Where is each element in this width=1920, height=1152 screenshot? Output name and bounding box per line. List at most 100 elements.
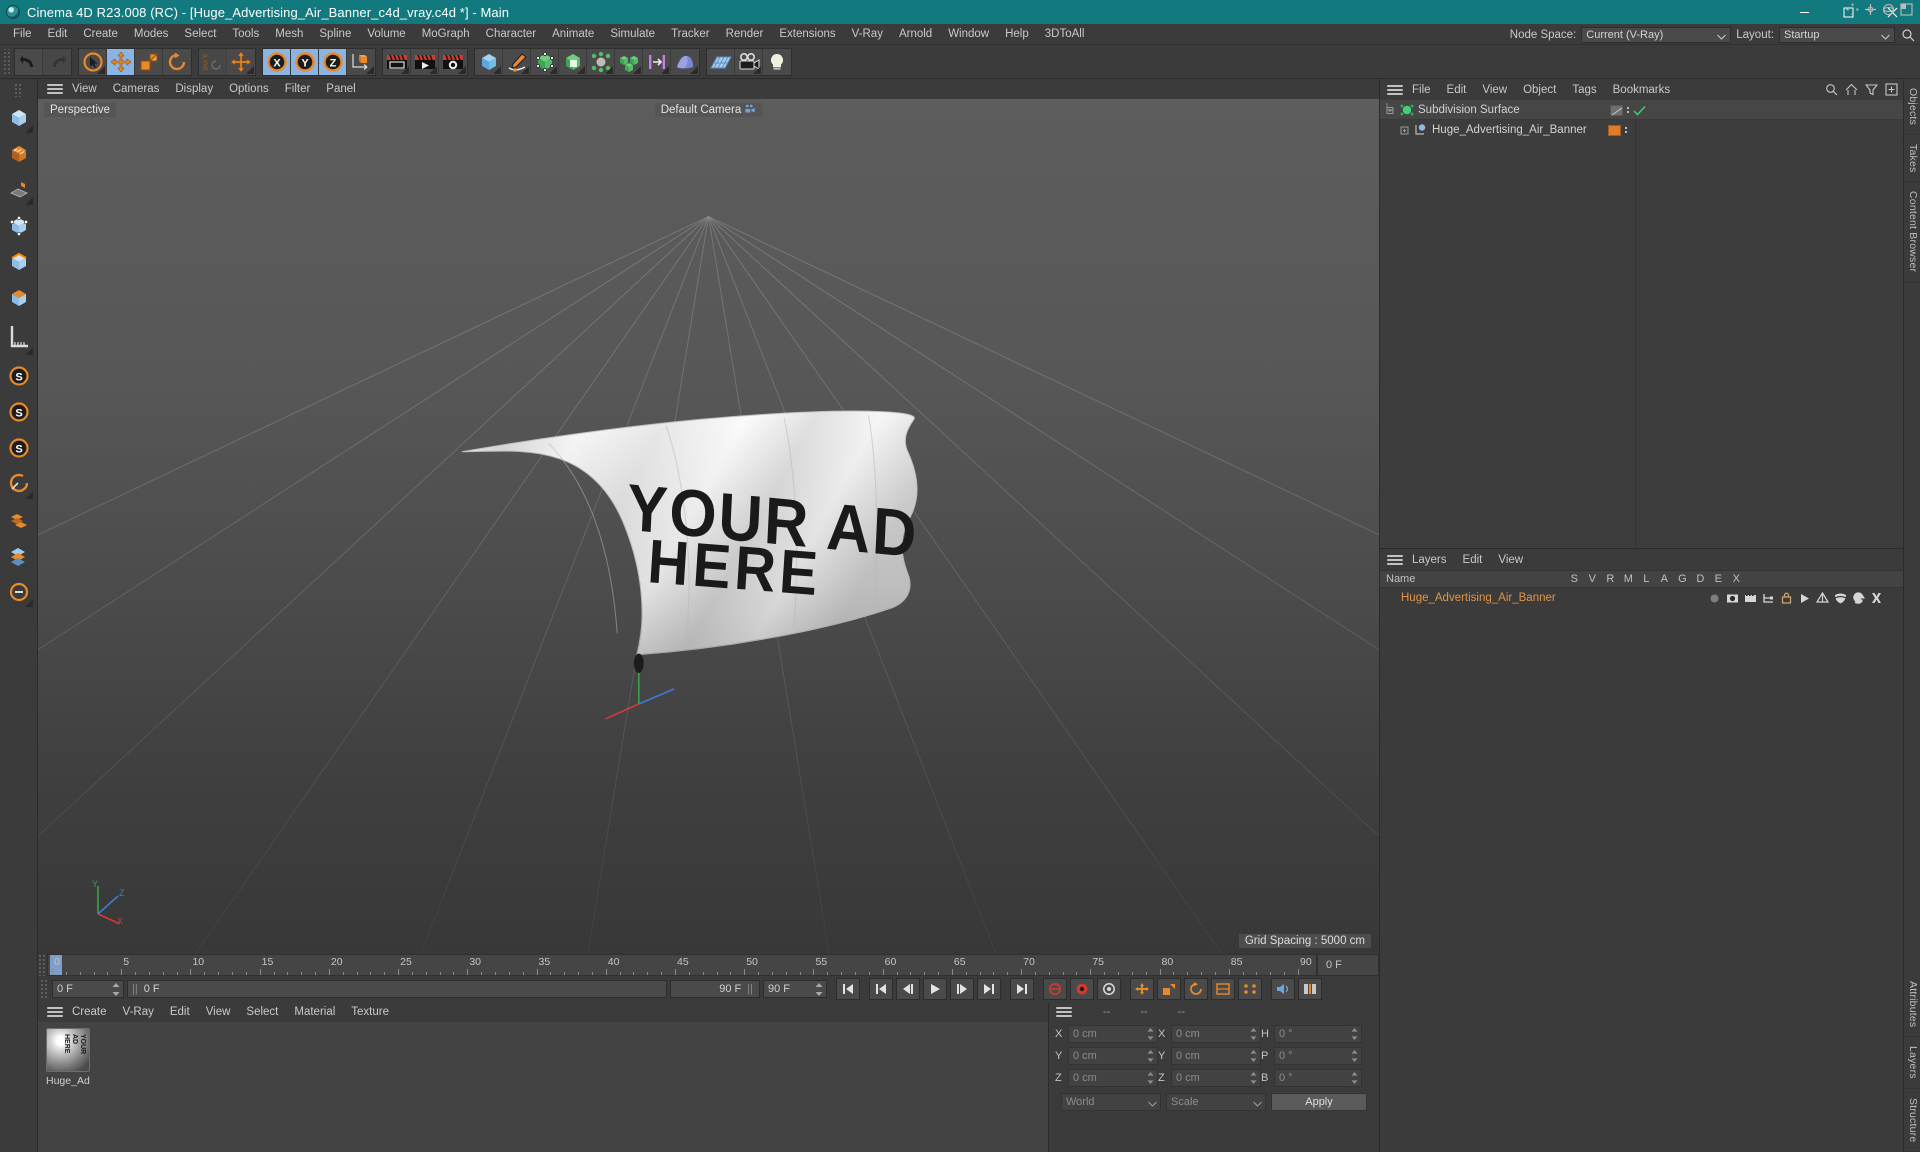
preview-end-field[interactable]: 90 F || bbox=[670, 980, 760, 998]
texture-mode-icon[interactable] bbox=[3, 136, 35, 172]
viewport-menu-filter[interactable]: Filter bbox=[277, 79, 319, 99]
air-banner-object[interactable]: YOUR AD HERE bbox=[38, 99, 1379, 954]
coordinate-system-icon[interactable] bbox=[347, 48, 375, 75]
points-mode-icon[interactable] bbox=[3, 208, 35, 244]
viewport-menu-cameras[interactable]: Cameras bbox=[105, 79, 168, 99]
lock-icon[interactable] bbox=[1778, 592, 1796, 604]
snap-s3-icon[interactable]: S bbox=[3, 430, 35, 466]
rotate-icon[interactable] bbox=[163, 48, 191, 75]
om-menu-file[interactable]: File bbox=[1404, 84, 1439, 96]
material-menu-vray[interactable]: V-Ray bbox=[115, 1006, 162, 1018]
play-icon[interactable] bbox=[923, 978, 947, 1000]
field-icon[interactable] bbox=[643, 48, 671, 75]
snap-s2-icon[interactable]: S bbox=[3, 394, 35, 430]
spinner-icon[interactable] bbox=[1351, 1050, 1358, 1065]
viewport-menu-display[interactable]: Display bbox=[167, 79, 221, 99]
viewport-solo-hier-icon[interactable] bbox=[3, 538, 35, 574]
menu-item-extensions[interactable]: Extensions bbox=[771, 24, 843, 45]
material-menu-view[interactable]: View bbox=[198, 1006, 239, 1018]
left-palette-grip[interactable] bbox=[14, 83, 23, 97]
orbit-icon[interactable] bbox=[1881, 2, 1896, 17]
edges-mode-icon[interactable] bbox=[3, 244, 35, 280]
polygons-mode-icon[interactable] bbox=[3, 280, 35, 316]
pla-key-icon[interactable] bbox=[1238, 978, 1262, 1000]
deformer-shield-icon[interactable] bbox=[1832, 592, 1850, 604]
current-frame-field[interactable]: 0 F bbox=[52, 980, 124, 998]
hamburger-icon[interactable] bbox=[1386, 553, 1404, 567]
material-menu-texture[interactable]: Texture bbox=[343, 1006, 397, 1018]
viewport-camera-label[interactable]: Default Camera bbox=[654, 103, 763, 117]
solo-dot-icon[interactable] bbox=[1706, 593, 1724, 604]
material-menu-create[interactable]: Create bbox=[64, 1006, 115, 1018]
redo-icon[interactable] bbox=[43, 48, 71, 75]
landscape-icon[interactable] bbox=[671, 48, 699, 75]
menu-item-modes[interactable]: Modes bbox=[126, 24, 177, 45]
axis-z-icon[interactable]: Z bbox=[319, 48, 347, 75]
material-menu-edit[interactable]: Edit bbox=[162, 1006, 198, 1018]
keyframe-selection-icon[interactable] bbox=[1097, 978, 1121, 1000]
toolbar-grip[interactable] bbox=[2, 48, 11, 75]
end-frame-field[interactable]: 90 F bbox=[763, 980, 827, 998]
material-tag-icon[interactable] bbox=[1608, 124, 1621, 136]
tab-content-browser[interactable]: Content Browser bbox=[1904, 182, 1920, 283]
menu-item-mesh[interactable]: Mesh bbox=[267, 24, 311, 45]
live-selection-icon[interactable] bbox=[79, 48, 107, 75]
coord-system-dropdown[interactable]: World bbox=[1061, 1093, 1161, 1111]
axis-x-icon[interactable]: X bbox=[263, 48, 291, 75]
spinner-icon[interactable] bbox=[112, 983, 120, 999]
autokey-icon[interactable] bbox=[1070, 978, 1094, 1000]
home-icon[interactable] bbox=[1843, 81, 1859, 97]
tab-objects[interactable]: Objects bbox=[1904, 79, 1920, 135]
menu-item-render[interactable]: Render bbox=[718, 24, 772, 45]
layer-row[interactable]: Huge_Advertising_Air_Banner bbox=[1380, 588, 1903, 608]
position-key-icon[interactable] bbox=[1130, 978, 1154, 1000]
scale-icon[interactable] bbox=[135, 48, 163, 75]
viewport-3d[interactable]: YOUR AD HERE Perspective Default Camera bbox=[38, 99, 1379, 954]
viewport-menu-options[interactable]: Options bbox=[221, 79, 277, 99]
material-manager-body[interactable]: YOUR AD HERE Huge_Ad bbox=[38, 1022, 1048, 1152]
viewport-solo-off-icon[interactable] bbox=[3, 574, 35, 610]
hamburger-icon[interactable] bbox=[46, 1005, 64, 1019]
move-world-icon[interactable] bbox=[227, 48, 255, 75]
render-settings-icon[interactable] bbox=[439, 48, 467, 75]
deformer-icon[interactable] bbox=[587, 48, 615, 75]
object-row-huge-advertising-air-banner[interactable]: Huge_Advertising_Air_Banner bbox=[1380, 120, 1903, 140]
next-frame-icon[interactable] bbox=[950, 978, 974, 1000]
next-keyframe-icon[interactable] bbox=[977, 978, 1001, 1000]
menu-item-vray[interactable]: V-Ray bbox=[844, 24, 891, 45]
add-layer-icon[interactable] bbox=[1883, 81, 1899, 97]
tab-attributes[interactable]: Attributes bbox=[1904, 972, 1920, 1037]
layers-menu-edit[interactable]: Edit bbox=[1455, 554, 1491, 566]
om-menu-object[interactable]: Object bbox=[1515, 84, 1564, 96]
coord-field-pos-z[interactable]: 0 cm bbox=[1068, 1069, 1158, 1087]
apply-button[interactable]: Apply bbox=[1271, 1093, 1367, 1111]
pen-spline-icon[interactable] bbox=[503, 48, 531, 75]
axis-y-icon[interactable]: Y bbox=[291, 48, 319, 75]
layout-dropdown[interactable]: Startup bbox=[1779, 26, 1895, 43]
prev-frame-icon[interactable] bbox=[896, 978, 920, 1000]
render-film-icon[interactable] bbox=[1742, 593, 1760, 604]
spinner-icon[interactable] bbox=[1147, 1028, 1154, 1043]
coord-field-pos-x[interactable]: 0 cm bbox=[1068, 1025, 1158, 1043]
preview-range-field[interactable]: || 0 F bbox=[127, 980, 667, 998]
rotation-key-icon[interactable] bbox=[1184, 978, 1208, 1000]
menu-item-mograph[interactable]: MoGraph bbox=[414, 24, 478, 45]
menu-item-help[interactable]: Help bbox=[997, 24, 1037, 45]
coord-mode-dropdown[interactable]: Scale bbox=[1166, 1093, 1266, 1111]
material-item[interactable]: YOUR AD HERE Huge_Ad bbox=[46, 1028, 90, 1087]
menu-item-spline[interactable]: Spline bbox=[311, 24, 359, 45]
filter-icon[interactable] bbox=[1863, 81, 1879, 97]
material-menu-select[interactable]: Select bbox=[238, 1006, 286, 1018]
spinner-icon[interactable] bbox=[1250, 1072, 1257, 1087]
visibility-dots-icon[interactable] bbox=[1625, 127, 1627, 133]
menu-item-tools[interactable]: Tools bbox=[224, 24, 267, 45]
minimize-icon[interactable] bbox=[1782, 0, 1826, 24]
undo-icon[interactable] bbox=[15, 48, 43, 75]
nurbs-icon[interactable] bbox=[531, 48, 559, 75]
tab-structure[interactable]: Structure bbox=[1904, 1089, 1920, 1152]
menu-item-animate[interactable]: Animate bbox=[544, 24, 602, 45]
expand-collapse-icon[interactable] bbox=[1398, 123, 1412, 137]
coord-field-rot-h[interactable]: 0 ° bbox=[1274, 1025, 1362, 1043]
node-space-dropdown[interactable]: Current (V-Ray) bbox=[1581, 26, 1732, 43]
timeline-end-field[interactable]: 0 F bbox=[1317, 954, 1379, 976]
